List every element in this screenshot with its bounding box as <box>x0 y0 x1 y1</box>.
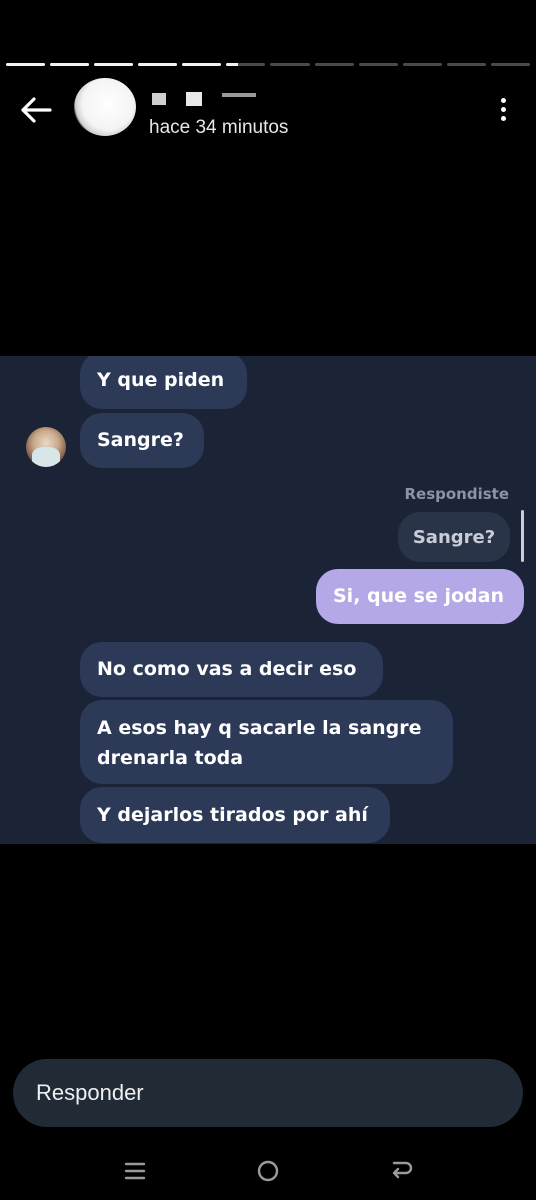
progress-segment <box>402 63 442 66</box>
progress-segment <box>94 63 134 66</box>
chat-screenshot: Y que piden Sangre? Respondiste Sangre? … <box>0 356 536 844</box>
progress-segment <box>6 63 46 66</box>
recent-apps-button[interactable] <box>120 1156 150 1186</box>
reply-input[interactable]: Responder <box>13 1059 523 1127</box>
quote-bar <box>521 510 524 562</box>
progress-segment <box>446 63 486 66</box>
message-line: A esos hay q sacarle la sangre <box>97 717 422 739</box>
system-nav-bar <box>0 1140 536 1200</box>
progress-segment <box>314 63 354 66</box>
message-line: drenarla toda <box>97 747 244 769</box>
story-username[interactable] <box>152 92 256 106</box>
message-bubble: No como vas a decir eso <box>80 642 383 697</box>
message-bubble: Y dejarlos tirados por ahí <box>80 787 390 843</box>
replied-label: Respondiste <box>404 485 509 503</box>
story-timestamp: hace 34 minutos <box>149 117 289 138</box>
recent-apps-icon <box>124 1162 146 1180</box>
home-button[interactable] <box>253 1156 283 1186</box>
back-nav-button[interactable] <box>386 1156 416 1186</box>
story-progress <box>6 63 530 67</box>
message-bubble: Y que piden <box>80 356 247 409</box>
progress-segment <box>226 63 266 66</box>
more-vertical-icon <box>500 97 506 103</box>
progress-segment <box>270 63 310 66</box>
home-icon <box>257 1160 279 1182</box>
progress-segment <box>138 63 178 66</box>
my-message-bubble: Si, que se jodan <box>316 569 524 624</box>
arrow-left-icon <box>21 97 52 123</box>
progress-segment <box>50 63 90 66</box>
contact-avatar <box>26 427 66 467</box>
more-options-button[interactable] <box>488 92 518 126</box>
progress-segment <box>490 63 530 66</box>
back-icon <box>392 1161 413 1179</box>
story-avatar[interactable] <box>74 78 136 136</box>
quoted-message: Sangre? <box>398 512 510 562</box>
message-bubble: Sangre? <box>80 413 204 468</box>
back-button[interactable] <box>14 88 58 132</box>
message-bubble: A esos hay q sacarle la sangre drenarla … <box>80 700 453 784</box>
progress-segment <box>358 63 398 66</box>
progress-segment <box>182 63 222 66</box>
